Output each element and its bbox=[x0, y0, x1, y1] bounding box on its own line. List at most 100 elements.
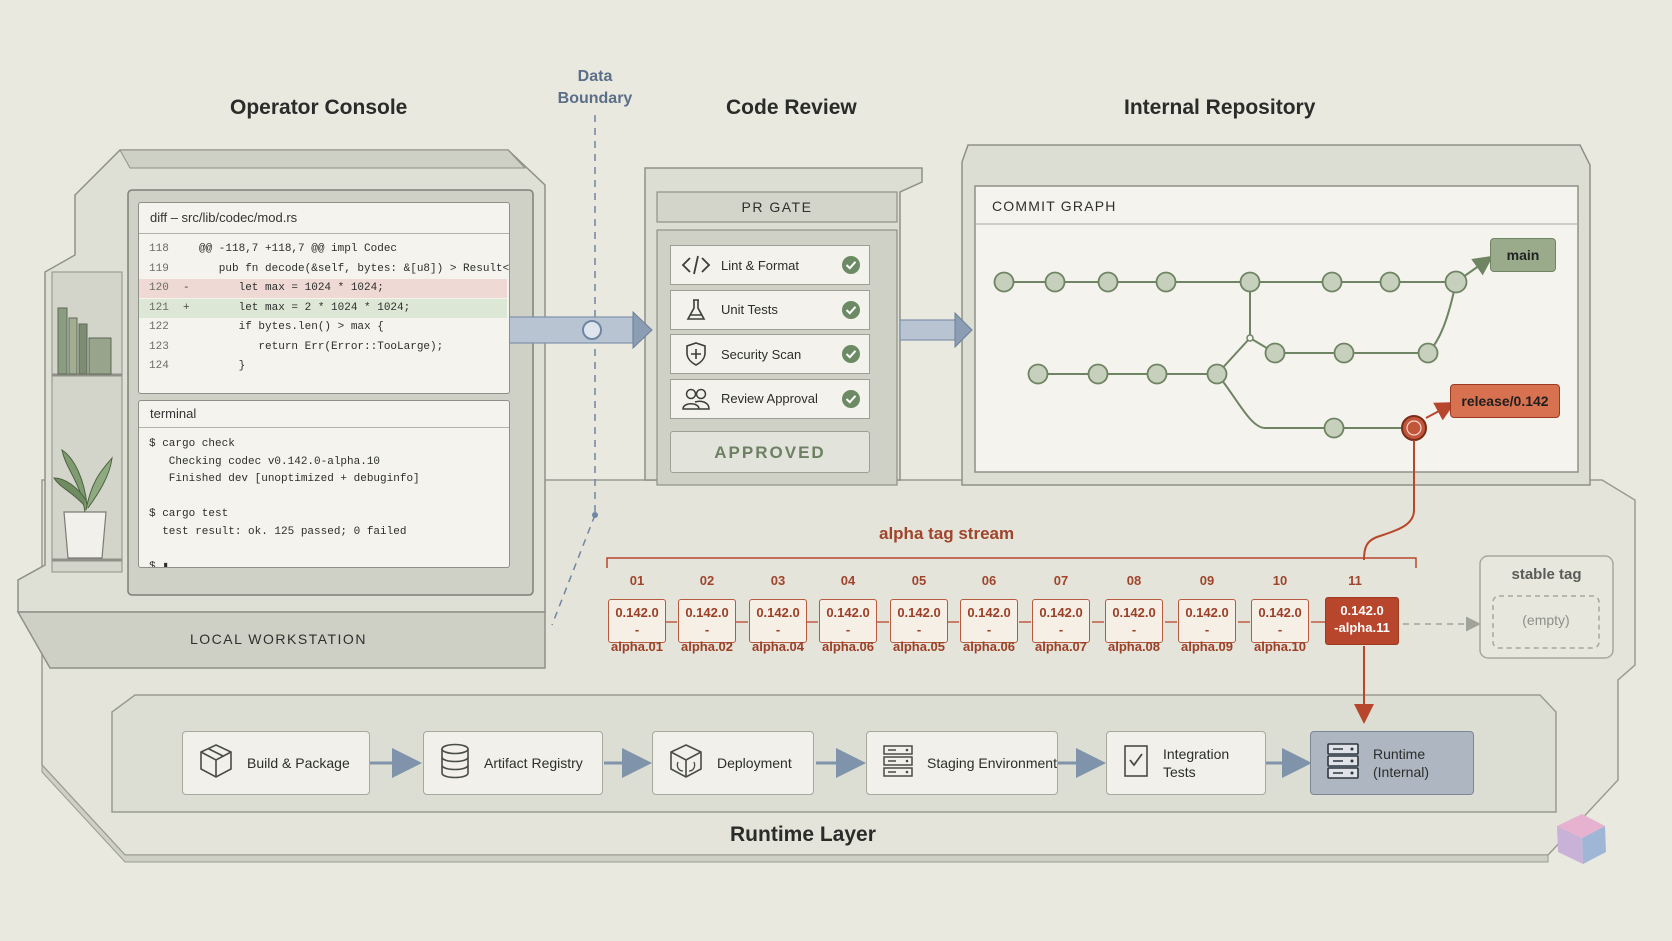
check-icon bbox=[833, 389, 869, 409]
tag-suffix: -alpha.10 bbox=[1253, 622, 1307, 654]
diff-line: 119 pub fn decode(&self, bytes: &[u8]) >… bbox=[139, 260, 510, 279]
terminal-line: Checking codec v0.142.0-alpha.10 bbox=[149, 455, 381, 468]
line-number: 122 bbox=[149, 321, 169, 333]
internal-repository-title: Internal Repository bbox=[1124, 96, 1316, 119]
pipeline-stage-label: Staging Environment bbox=[927, 754, 1057, 772]
pr-check-unit-tests[interactable]: Unit Tests bbox=[670, 289, 870, 330]
code-text: @@ -118,7 +118,7 @@ impl Codec bbox=[199, 243, 398, 255]
release-branch-label[interactable]: release/0.142 bbox=[1450, 384, 1560, 418]
server-stack-icon bbox=[1325, 741, 1361, 786]
code-text: let max = 1024 * 1024; bbox=[199, 282, 384, 294]
diff-line: 120 - let max = 1024 * 1024; bbox=[139, 279, 507, 298]
database-icon bbox=[438, 742, 472, 785]
tag-version: 0.142.0 bbox=[897, 605, 941, 620]
code-text: if bytes.len() > max { bbox=[199, 321, 384, 333]
stage-label-line1: Runtime bbox=[1373, 746, 1426, 762]
pr-check-lint-format[interactable]: Lint & Format bbox=[670, 245, 870, 285]
main-branch-label[interactable]: main bbox=[1490, 238, 1556, 272]
alpha-tag[interactable]: 0.142.0 -alpha.02 bbox=[678, 599, 736, 654]
tag-suffix: -alpha.06 bbox=[962, 622, 1016, 654]
terminal-panel: terminal $ cargo check Checking codec v0… bbox=[138, 400, 510, 568]
line-number: 120 bbox=[149, 282, 169, 294]
tag-suffix: -alpha.09 bbox=[1180, 622, 1234, 654]
approved-status: APPROVED bbox=[670, 431, 870, 473]
diff-line: 124 } bbox=[139, 357, 507, 376]
tag-version: 0.142.0 bbox=[615, 605, 659, 620]
alpha-tag[interactable]: 0.142.0 -alpha.07 bbox=[1032, 599, 1090, 654]
stage-label-line2: (Internal) bbox=[1373, 764, 1430, 780]
tag-index: 11 bbox=[1348, 573, 1362, 588]
check-icon bbox=[833, 344, 869, 364]
stage-label-line1: Deployment bbox=[717, 755, 792, 771]
check-icon bbox=[833, 255, 869, 275]
line-number: 123 bbox=[149, 340, 169, 353]
alpha-stream-title: alpha tag stream bbox=[879, 524, 1015, 543]
commit-graph-title: COMMIT GRAPH bbox=[992, 198, 1117, 214]
tag-version: 0.142.0 bbox=[1039, 605, 1083, 620]
alpha-tag[interactable]: 0.142.0 -alpha.09 bbox=[1178, 599, 1236, 654]
stage-label-line1: Build & Package bbox=[247, 755, 350, 771]
terminal-line: Finished dev [unoptimized + debuginfo] bbox=[149, 473, 420, 485]
terminal-line: test result: ok. 125 passed; 0 failed bbox=[149, 525, 407, 538]
pipeline-stage-integration-tests[interactable]: Integration Tests bbox=[1106, 731, 1266, 795]
tag-suffix: -alpha.05 bbox=[892, 622, 946, 654]
stage-label-line1: Integration Tests bbox=[1163, 746, 1230, 780]
alpha-tag[interactable]: 0.142.0 -alpha.05 bbox=[890, 599, 948, 654]
pipeline-stage-label: Runtime (Internal) bbox=[1373, 745, 1429, 781]
tag-index: 02 bbox=[699, 573, 715, 588]
pipeline-stage-staging-environment[interactable]: Staging Environment bbox=[866, 731, 1058, 795]
shield-icon bbox=[671, 341, 721, 367]
diff-line: 118 @@ -118,7 +118,7 @@ impl Codec bbox=[139, 240, 507, 259]
tag-suffix: -alpha.07 bbox=[1034, 622, 1088, 654]
alpha-tag[interactable]: 0.142.0 -alpha.06 bbox=[960, 599, 1018, 654]
tag-version: 0.142.0 bbox=[685, 605, 729, 620]
code-text: } bbox=[199, 360, 246, 372]
tag-suffix: -alpha.11 bbox=[1334, 620, 1390, 635]
tag-index: 01 bbox=[629, 573, 645, 588]
stage-label-line1: Staging Environment bbox=[927, 755, 1057, 771]
diff-line: 122 if bytes.len() > max { bbox=[139, 318, 507, 337]
runtime-pipeline: Build & Package Artifact Registry Deployme… bbox=[0, 0, 1672, 795]
tag-index: 07 bbox=[1053, 573, 1069, 588]
alpha-tag[interactable]: 0.142.0 -alpha.04 bbox=[749, 599, 807, 654]
alpha-tag[interactable]: 0.142.0 -alpha.10 bbox=[1251, 599, 1309, 654]
diff-sign: + bbox=[183, 301, 190, 314]
pipeline-stage-runtime[interactable]: Runtime (Internal) bbox=[1310, 731, 1474, 795]
pipeline-stage-artifact-registry[interactable]: Artifact Registry bbox=[423, 731, 603, 795]
pipeline-stage-deployment[interactable]: Deployment bbox=[652, 731, 814, 795]
pipeline-stage-label: Deployment bbox=[717, 754, 792, 772]
alpha-tag-active[interactable]: 0.142.0 -alpha.11 bbox=[1325, 597, 1399, 645]
pr-check-security-scan[interactable]: Security Scan bbox=[670, 334, 870, 374]
tag-version: 0.142.0 bbox=[826, 605, 870, 620]
code-text: let max = 2 * 1024 * 1024; bbox=[199, 301, 411, 314]
alpha-tag[interactable]: 0.142.0 -alpha.06 bbox=[819, 599, 877, 654]
release-head-commit bbox=[1401, 415, 1427, 441]
tag-version: 0.142.0 bbox=[1185, 605, 1229, 620]
code-text: pub fn decode(&self, bytes: &[u8]) > Res… bbox=[199, 262, 510, 275]
diff-header: diff – src/lib/codec/mod.rs bbox=[139, 203, 509, 234]
checklist-icon bbox=[1121, 742, 1151, 785]
tag-suffix: -alpha.06 bbox=[821, 622, 875, 654]
terminal-output[interactable]: $ cargo check Checking codec v0.142.0-al… bbox=[139, 428, 509, 567]
alpha-tag[interactable]: 0.142.0 -alpha.01 bbox=[608, 599, 666, 654]
check-icon bbox=[833, 300, 869, 320]
alpha-tag[interactable]: 0.142.0 -alpha.08 bbox=[1105, 599, 1163, 654]
workstation-label: LOCAL WORKSTATION bbox=[190, 631, 367, 647]
data-boundary-line1: Data bbox=[577, 68, 613, 85]
server-icon bbox=[881, 742, 915, 785]
tag-version: 0.142.0 bbox=[967, 605, 1011, 620]
stable-tag-title: stable tag bbox=[1511, 566, 1582, 583]
tag-suffix: -alpha.04 bbox=[751, 622, 805, 654]
data-boundary-label: Data Boundary bbox=[550, 66, 640, 110]
data-boundary-line2: Boundary bbox=[557, 90, 633, 107]
code-icon bbox=[671, 254, 721, 276]
pipeline-stage-build-package[interactable]: Build & Package bbox=[182, 731, 370, 795]
tag-index: 10 bbox=[1272, 573, 1288, 588]
pr-check-review-approval[interactable]: Review Approval bbox=[670, 378, 870, 419]
package-icon bbox=[197, 742, 235, 785]
pr-check-label: Review Approval bbox=[721, 391, 818, 406]
code-review-title: Code Review bbox=[726, 96, 857, 119]
tag-suffix: -alpha.08 bbox=[1107, 622, 1161, 654]
terminal-header: terminal bbox=[139, 401, 509, 428]
operator-console-title: Operator Console bbox=[230, 96, 408, 119]
